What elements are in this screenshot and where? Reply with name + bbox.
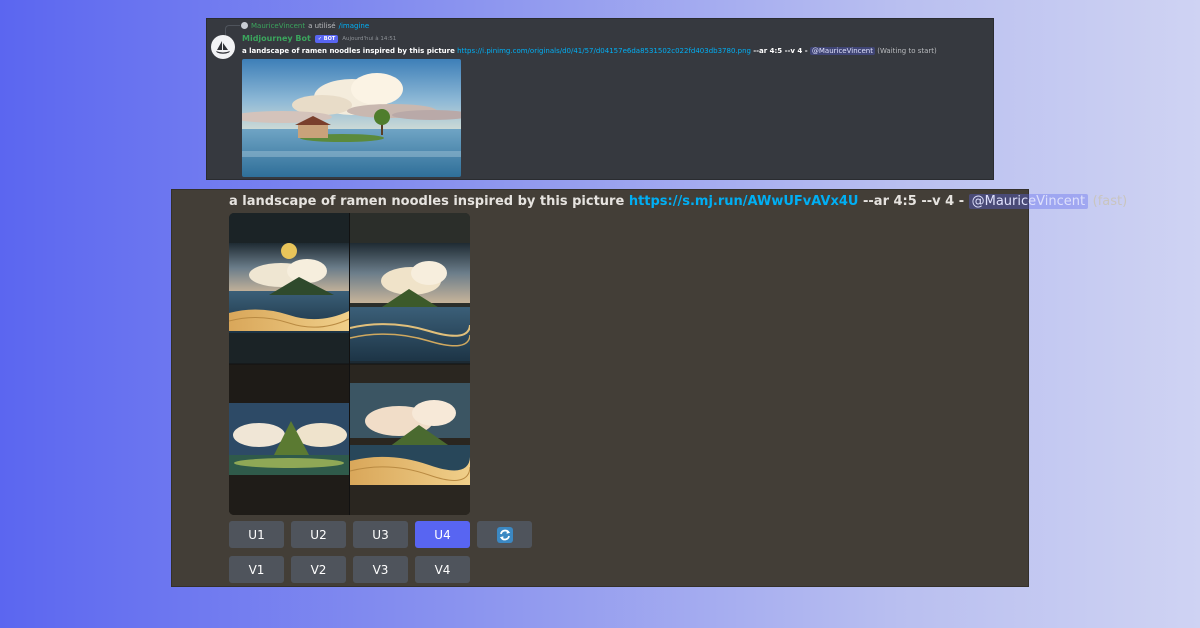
bot-avatar[interactable] [211, 35, 235, 59]
variation-button-row: V1 V2 V3 V4 [229, 556, 470, 583]
upscale-button-2[interactable]: U2 [291, 521, 346, 548]
prompt-image-link[interactable]: https://i.pinimg.com/originals/d0/41/57/… [457, 47, 751, 55]
result-prompt-params: --ar 4:5 --v 4 - [863, 194, 965, 209]
variation-button-4[interactable]: V4 [415, 556, 470, 583]
bot-username[interactable]: Midjourney Bot [242, 34, 311, 43]
message-timestamp: Aujourd'hui à 14:51 [342, 35, 397, 42]
sailboat-icon [216, 41, 230, 54]
grid-tile-2 [349, 213, 470, 364]
upscale-button-4[interactable]: U4 [415, 521, 470, 548]
reply-username[interactable]: MauriceVincent [251, 22, 305, 30]
grid-tile-4 [349, 364, 470, 515]
bot-badge: ✓ BOT [314, 34, 339, 43]
reply-context[interactable]: MauriceVincent a utilisé /imagine [241, 21, 369, 30]
reply-command[interactable]: /imagine [339, 22, 370, 30]
result-image-link[interactable]: https://s.mj.run/AWwUFvAVx4U [629, 194, 859, 209]
message-content: a landscape of ramen noodles inspired by… [242, 47, 937, 55]
user-mention[interactable]: @MauriceVincent [809, 47, 875, 55]
job-status: (Waiting to start) [877, 47, 937, 55]
reference-image[interactable] [242, 59, 461, 177]
user-avatar [241, 22, 248, 29]
variation-button-1[interactable]: V1 [229, 556, 284, 583]
upscale-button-row: U1 U2 U3 U4 [229, 521, 532, 548]
upscale-button-1[interactable]: U1 [229, 521, 284, 548]
result-job-mode: (fast) [1092, 194, 1128, 209]
prompt-text: a landscape of ramen noodles inspired by… [242, 47, 455, 55]
refresh-icon [496, 526, 513, 543]
generated-image-grid[interactable] [229, 213, 470, 515]
grid-tile-3 [229, 364, 349, 515]
result-message-panel: a landscape of ramen noodles inspired by… [171, 189, 1127, 587]
reply-connector [225, 25, 240, 36]
reply-used-text: a utilisé [308, 21, 336, 30]
reference-message-panel: MauriceVincent a utilisé /imagine Midjou… [206, 18, 994, 180]
variation-button-3[interactable]: V3 [353, 556, 408, 583]
result-message-content: a landscape of ramen noodles inspired by… [229, 194, 1127, 209]
grid-tile-1 [229, 213, 350, 364]
upscale-button-3[interactable]: U3 [353, 521, 408, 548]
variation-button-2[interactable]: V2 [291, 556, 346, 583]
result-prompt-text: a landscape of ramen noodles inspired by… [229, 194, 625, 209]
reroll-button[interactable] [477, 521, 532, 548]
result-user-mention[interactable]: @MauriceVincent [968, 194, 1089, 209]
prompt-params: --ar 4:5 --v 4 - [753, 47, 808, 55]
message-header: Midjourney Bot ✓ BOT Aujourd'hui à 14:51 [242, 34, 396, 43]
